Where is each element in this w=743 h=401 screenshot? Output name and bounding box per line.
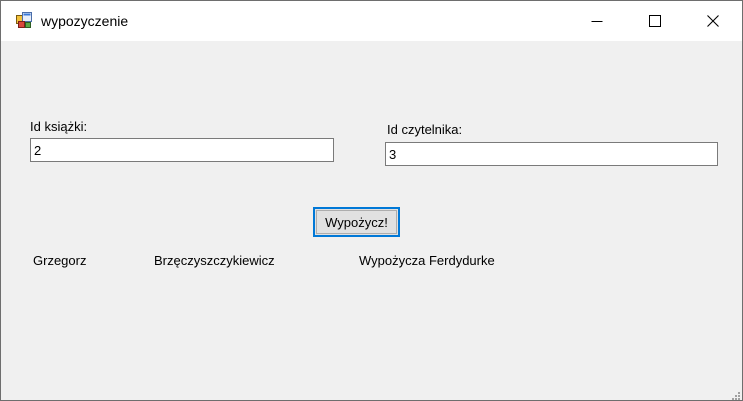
- window-title: wypozyczenie: [41, 13, 129, 29]
- book-id-field[interactable]: 2: [30, 138, 334, 162]
- reader-id-field[interactable]: 3: [385, 142, 718, 166]
- reader-first-name: Grzegorz: [33, 253, 87, 268]
- book-id-label: Id książki:: [30, 119, 88, 134]
- borrow-button[interactable]: Wypożycz!: [313, 207, 400, 237]
- borrow-button-label: Wypożycz!: [325, 214, 388, 230]
- reader-last-name: Brzęczyszczykiewicz: [154, 253, 275, 268]
- resize-grip-icon[interactable]: [730, 388, 740, 400]
- title-bar[interactable]: wypozyczenie: [1, 1, 742, 41]
- app-window: wypozyczenie Id książki: 2 Id czytelnika…: [0, 0, 743, 401]
- maximize-button[interactable]: [626, 1, 684, 41]
- close-icon: [707, 15, 719, 27]
- close-button[interactable]: [684, 1, 742, 41]
- loan-message: Wypożycza Ferdydurke: [359, 253, 495, 268]
- minimize-button[interactable]: [568, 1, 626, 41]
- maximize-icon: [649, 15, 661, 27]
- minimize-icon: [591, 21, 603, 22]
- windows-form-icon: [16, 12, 32, 28]
- reader-id-label: Id czytelnika:: [387, 122, 463, 137]
